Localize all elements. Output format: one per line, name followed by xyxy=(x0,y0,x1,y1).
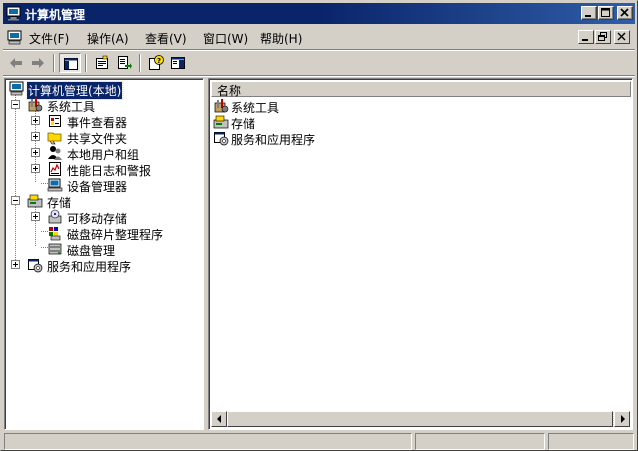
close-icon xyxy=(620,8,629,17)
tree-item-label: 设备管理器 xyxy=(67,180,128,194)
menu-view[interactable]: 查看(V) xyxy=(145,30,187,47)
maximize-button[interactable] xyxy=(598,6,614,20)
column-header-name[interactable]: 名称 xyxy=(211,81,631,98)
tree-item-label: 性能日志和警报 xyxy=(67,164,152,178)
status-cell-tertiary xyxy=(548,433,634,450)
computer-management-icon xyxy=(9,81,25,100)
tree-item-label: 本地用户和组 xyxy=(67,148,140,162)
services-applications-icon xyxy=(27,257,43,276)
system-tools-icon xyxy=(27,97,43,116)
svg-text:?: ? xyxy=(157,57,161,65)
properties-icon xyxy=(96,55,108,69)
forward-arrow-icon xyxy=(32,58,44,68)
collapse-icon[interactable] xyxy=(11,100,20,109)
toolbar-separator xyxy=(53,54,55,72)
status-cell-main xyxy=(4,433,412,450)
scroll-right-button[interactable] xyxy=(614,411,630,427)
status-cell-secondary xyxy=(415,433,545,450)
tree-item-label: 服务和应用程序 xyxy=(47,260,132,274)
menu-window[interactable]: 窗口(W) xyxy=(203,30,248,47)
column-header-label: 名称 xyxy=(217,84,242,98)
expand-icon[interactable] xyxy=(31,148,40,157)
tree-item-label: 事件查看器 xyxy=(67,116,128,130)
action-pane-icon xyxy=(171,57,185,69)
tree-item-label: 磁盘管理 xyxy=(67,244,116,258)
scroll-left-icon xyxy=(217,415,221,423)
child-close-button[interactable] xyxy=(614,30,630,44)
toolbar: ? xyxy=(3,51,635,75)
child-restore-button[interactable] xyxy=(595,30,611,44)
action-pane-button[interactable] xyxy=(167,53,189,73)
show-hide-tree-icon xyxy=(64,58,78,70)
menu-action[interactable]: 操作(A) xyxy=(87,30,129,47)
properties-button[interactable] xyxy=(91,53,113,73)
toolbar-separator-line xyxy=(3,75,635,77)
close-button[interactable] xyxy=(617,6,633,20)
scroll-right-icon xyxy=(621,415,625,423)
scrollbar-thumb[interactable] xyxy=(227,411,613,427)
console-tree-pane[interactable]: 计算机管理(本地) 系统工具 事件查看器 共享文件夹 本地用户和组 性能日志和警… xyxy=(4,78,204,430)
back-button[interactable] xyxy=(5,53,27,73)
minimize-icon xyxy=(582,39,588,41)
tree-connector xyxy=(15,95,16,260)
tree-item-label: 磁盘碎片整理程序 xyxy=(67,228,164,242)
toolbar-separator xyxy=(139,54,141,72)
collapse-icon[interactable] xyxy=(11,196,20,205)
tree-item-label: 可移动存储 xyxy=(67,212,128,226)
menu-file[interactable]: 文件(F) xyxy=(29,30,69,47)
window-title: 计算机管理 xyxy=(25,8,86,22)
list-item-label: 存储 xyxy=(231,117,256,131)
expand-icon[interactable] xyxy=(31,116,40,125)
computer-management-icon xyxy=(6,6,22,24)
help-icon: ? xyxy=(149,55,164,70)
title-bar[interactable]: 计算机管理 xyxy=(3,3,635,24)
expand-icon[interactable] xyxy=(31,132,40,141)
back-arrow-icon xyxy=(10,58,22,68)
child-minimize-button[interactable] xyxy=(578,30,594,44)
minimize-button[interactable] xyxy=(581,6,597,20)
details-list-pane[interactable]: 名称 系统工具 存储 服务和应用程序 xyxy=(208,78,633,430)
export-list-button[interactable] xyxy=(113,53,135,73)
close-icon xyxy=(617,32,626,41)
forward-button[interactable] xyxy=(27,53,49,73)
toolbar-separator xyxy=(85,54,87,72)
menu-bar: 文件(F) 操作(A) 查看(V) 窗口(W) 帮助(H) xyxy=(3,26,635,49)
export-list-icon xyxy=(118,56,132,69)
maximize-icon xyxy=(601,8,610,17)
expand-icon[interactable] xyxy=(31,164,40,173)
list-item-label: 服务和应用程序 xyxy=(231,133,316,147)
status-bar xyxy=(3,432,635,450)
computer-management-window: 计算机管理 文件(F) 操作(A) 查看(V) 窗口(W) 帮助(H) ? 计算… xyxy=(0,0,638,451)
tree-item-label: 共享文件夹 xyxy=(67,132,128,146)
child-window-icon[interactable] xyxy=(7,30,23,48)
scroll-left-button[interactable] xyxy=(211,411,227,427)
restore-icon xyxy=(598,32,607,41)
expand-icon[interactable] xyxy=(11,260,20,269)
services-applications-icon xyxy=(213,130,229,149)
expand-icon[interactable] xyxy=(31,212,40,221)
minimize-icon xyxy=(585,15,591,17)
help-button[interactable]: ? xyxy=(145,53,167,73)
list-item-label: 系统工具 xyxy=(231,101,280,115)
horizontal-scrollbar[interactable] xyxy=(211,411,630,427)
menu-help[interactable]: 帮助(H) xyxy=(260,30,302,47)
storage-icon xyxy=(27,193,43,212)
show-hide-tree-button[interactable] xyxy=(59,53,81,73)
